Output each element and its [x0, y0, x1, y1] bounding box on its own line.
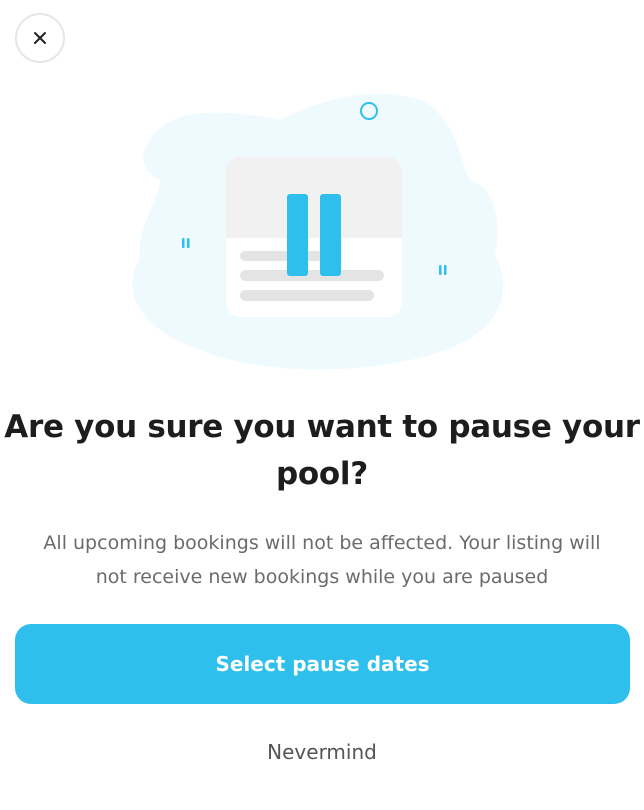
nevermind-button[interactable]: Nevermind	[0, 730, 644, 774]
listing-card	[226, 157, 402, 317]
dialog-description: All upcoming bookings will not be affect…	[43, 532, 601, 588]
select-pause-dates-button[interactable]: Select pause dates	[15, 624, 630, 704]
close-icon	[34, 32, 46, 44]
dialog-title: Are you sure you want to pause your pool…	[4, 409, 640, 492]
close-button[interactable]	[15, 13, 65, 63]
pause-illustration	[132, 93, 504, 370]
